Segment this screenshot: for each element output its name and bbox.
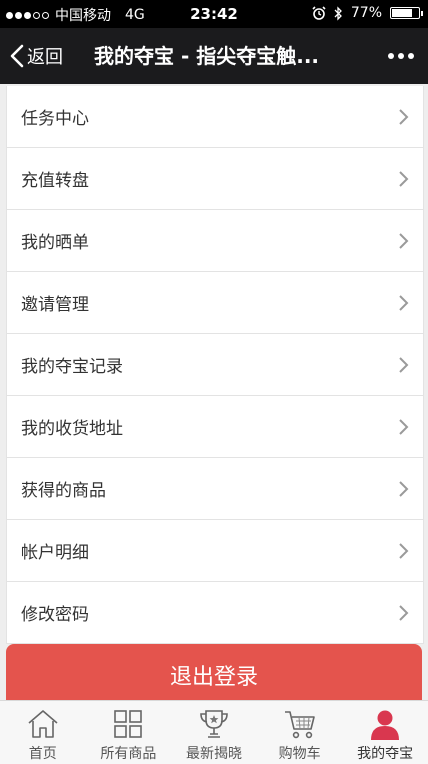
bluetooth-icon [334, 5, 342, 21]
back-button[interactable]: 返回 [10, 28, 63, 84]
cart-icon [284, 711, 315, 739]
tab-home[interactable]: 首页 [0, 701, 86, 764]
menu-item-label: 我的夺宝记录 [21, 357, 123, 377]
tab-cart[interactable]: 购物车 [257, 701, 343, 764]
tab-label: 最新揭晓 [185, 746, 242, 762]
page-title: 我的夺宝 - 指尖夺宝触... [94, 44, 320, 68]
menu-item-label: 任务中心 [21, 109, 89, 129]
menu-item-label: 邀请管理 [21, 295, 89, 315]
tab-label: 购物车 [278, 746, 321, 762]
chevron-right-icon [399, 419, 409, 435]
menu-item-recharge-wheel[interactable]: 充值转盘 [7, 148, 423, 210]
menu-item-task-center[interactable]: 任务中心 [7, 86, 423, 148]
menu-item-treasure-records[interactable]: 我的夺宝记录 [7, 334, 423, 396]
user-icon [371, 710, 400, 740]
more-dot-icon [408, 53, 414, 59]
menu-item-shipping-address[interactable]: 我的收货地址 [7, 396, 423, 458]
tab-label: 我的夺宝 [357, 746, 414, 762]
more-dot-icon [398, 53, 404, 59]
more-dot-icon [388, 53, 394, 59]
menu-item-label: 修改密码 [21, 605, 89, 625]
menu-item-label: 充值转盘 [21, 171, 89, 191]
tab-all-products[interactable]: 所有商品 [86, 701, 172, 764]
menu-item-label: 帐户明细 [21, 543, 89, 563]
navigation-bar: 返回 我的夺宝 - 指尖夺宝触... [0, 28, 428, 84]
grid-icon [114, 710, 143, 738]
alarm-icon [312, 6, 326, 20]
menu-item-account-details[interactable]: 帐户明细 [7, 520, 423, 582]
status-right: 77% [312, 5, 423, 21]
tab-label: 所有商品 [100, 746, 157, 762]
battery-icon [390, 7, 423, 19]
menu-item-label: 获得的商品 [21, 481, 106, 501]
chevron-right-icon [399, 171, 409, 187]
chevron-right-icon [399, 109, 409, 125]
menu-item-label: 我的收货地址 [21, 419, 123, 439]
app-screen: 中国移动 4G 23:42 77% 返回 我的夺宝 - 指尖夺宝触... 任务中… [0, 0, 428, 764]
chevron-right-icon [399, 233, 409, 249]
menu-item-label: 我的晒单 [21, 233, 89, 253]
back-label: 返回 [27, 47, 63, 68]
status-bar: 中国移动 4G 23:42 77% [0, 0, 428, 28]
battery-percent: 77% [350, 5, 382, 21]
menu-item-invite-management[interactable]: 邀请管理 [7, 272, 423, 334]
menu-item-my-showcase[interactable]: 我的晒单 [7, 210, 423, 272]
tab-my-treasure[interactable]: 我的夺宝 [342, 701, 428, 764]
menu-item-won-products[interactable]: 获得的商品 [7, 458, 423, 520]
more-options-button[interactable] [388, 28, 414, 84]
chevron-right-icon [399, 543, 409, 559]
chevron-right-icon [399, 295, 409, 311]
menu-item-change-password[interactable]: 修改密码 [7, 582, 423, 644]
chevron-left-icon [10, 44, 24, 68]
tab-label: 首页 [28, 746, 57, 762]
home-icon [28, 710, 58, 738]
chevron-right-icon [399, 357, 409, 373]
logout-button[interactable]: 退出登录 [6, 644, 422, 706]
bottom-tab-bar: 首页 所有商品 最新揭晓 购物车 我的夺宝 [0, 700, 428, 764]
account-menu-list: 任务中心 充值转盘 我的晒单 邀请管理 我的夺宝记录 我的收货地址 获得的商品 [6, 86, 424, 644]
tab-latest-results[interactable]: 最新揭晓 [171, 701, 257, 764]
chevron-right-icon [399, 605, 409, 621]
chevron-right-icon [399, 481, 409, 497]
trophy-icon [200, 710, 228, 738]
